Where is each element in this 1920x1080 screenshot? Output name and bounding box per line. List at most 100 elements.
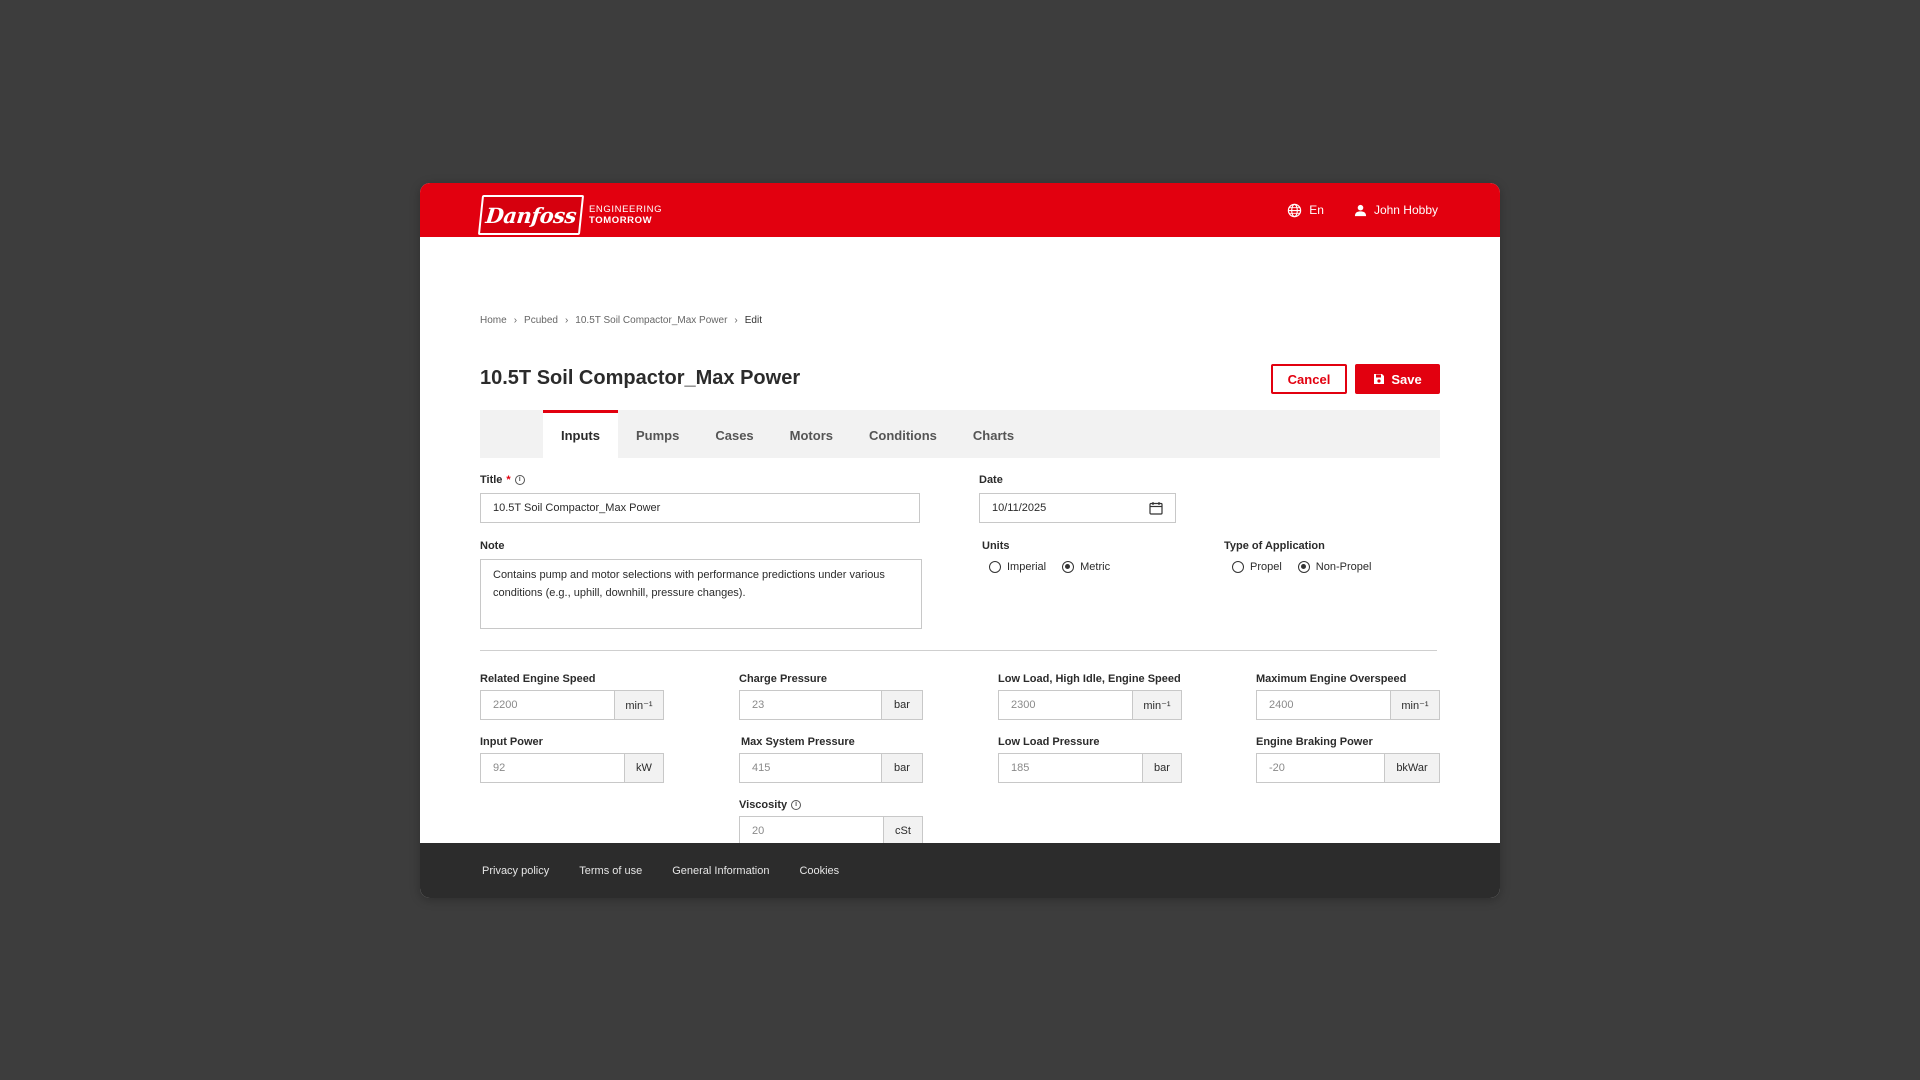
chevron-right-icon: › [564, 315, 569, 326]
tagline-line2: TOMORROW [589, 215, 653, 226]
low-load-idle-speed-input[interactable]: 2300 [998, 690, 1132, 720]
application-nonpropel-label: Non-Propel [1315, 561, 1372, 573]
date-input[interactable]: 10/11/2025 [979, 493, 1176, 523]
viscosity-unit: cSt [883, 816, 923, 846]
footer-general-info-link[interactable]: General Information [672, 865, 769, 877]
viscosity-field[interactable]: 20 cSt [739, 816, 923, 846]
units-label: Units [982, 540, 1010, 552]
low-load-idle-speed-unit: min⁻¹ [1132, 690, 1182, 720]
save-button[interactable]: Save [1355, 364, 1440, 394]
related-engine-speed-field[interactable]: 2200 min⁻¹ [480, 690, 664, 720]
application-nonpropel-radio[interactable]: Non-Propel [1297, 561, 1372, 573]
note-textarea[interactable]: Contains pump and motor selections with … [480, 559, 922, 629]
related-engine-speed-unit: min⁻¹ [614, 690, 664, 720]
viscosity-label: Viscosity i [739, 799, 802, 811]
max-system-pressure-field[interactable]: 415 bar [739, 753, 923, 783]
radio-checked-icon [1062, 561, 1075, 573]
chevron-right-icon: › [513, 315, 518, 326]
tagline-line1: ENGINEERING [589, 204, 663, 215]
cancel-button[interactable]: Cancel [1271, 364, 1347, 394]
max-system-pressure-unit: bar [881, 753, 923, 783]
logo-badge: Danfoss [477, 195, 585, 235]
breadcrumb-pcubed[interactable]: Pcubed [524, 315, 558, 326]
viscosity-label-text: Viscosity [739, 799, 788, 811]
tab-cases[interactable]: Cases [697, 410, 771, 458]
engine-braking-power-label: Engine Braking Power [1256, 736, 1373, 748]
units-imperial-label: Imperial [1007, 561, 1047, 573]
low-load-pressure-label: Low Load Pressure [998, 736, 1100, 748]
page-title: 10.5T Soil Compactor_Max Power [480, 367, 801, 389]
engine-braking-power-unit: bkWar [1384, 753, 1440, 783]
viscosity-input[interactable]: 20 [739, 816, 883, 846]
low-load-pressure-input[interactable]: 185 [998, 753, 1142, 783]
tab-inputs[interactable]: Inputs [543, 410, 618, 458]
radio-checked-icon [1297, 561, 1310, 573]
max-system-pressure-input[interactable]: 415 [739, 753, 881, 783]
user-icon [1354, 204, 1367, 216]
note-label: Note [480, 540, 505, 552]
max-engine-overspeed-unit: min⁻¹ [1390, 690, 1440, 720]
low-load-pressure-field[interactable]: 185 bar [998, 753, 1182, 783]
footer-cookies-link[interactable]: Cookies [799, 865, 839, 877]
save-icon [1374, 374, 1385, 384]
low-load-pressure-unit: bar [1142, 753, 1182, 783]
max-engine-overspeed-input[interactable]: 2400 [1256, 690, 1390, 720]
info-icon[interactable]: i [791, 800, 802, 810]
logo-tagline: ENGINEERING TOMORROW [589, 204, 662, 226]
input-power-label: Input Power [480, 736, 543, 748]
application-propel-radio[interactable]: Propel [1232, 561, 1282, 573]
title-label-text: Title [480, 474, 503, 486]
engine-braking-power-field[interactable]: -20 bkWar [1256, 753, 1440, 783]
header-actions: En John Hobby [1287, 183, 1438, 237]
title-input[interactable]: 10.5T Soil Compactor_Max Power [480, 493, 920, 523]
input-power-unit: kW [624, 753, 664, 783]
footer: Privacy policy Terms of use General Info… [420, 843, 1500, 898]
application-radio-group: Propel Non-Propel [1232, 559, 1371, 575]
chevron-right-icon: › [734, 315, 738, 326]
input-power-input[interactable]: 92 [480, 753, 624, 783]
application-label: Type of Application [1224, 540, 1325, 552]
tab-charts[interactable]: Charts [955, 410, 1032, 458]
units-radio-group: Imperial Metric [989, 559, 1110, 575]
units-metric-label: Metric [1080, 561, 1111, 573]
charge-pressure-unit: bar [881, 690, 923, 720]
max-engine-overspeed-field[interactable]: 2400 min⁻¹ [1256, 690, 1440, 720]
language-selector[interactable]: En [1287, 203, 1324, 218]
max-system-pressure-label: Max System Pressure [741, 736, 855, 748]
application-propel-label: Propel [1250, 561, 1282, 573]
radio-unchecked-icon [989, 561, 1001, 573]
units-imperial-radio[interactable]: Imperial [989, 561, 1046, 573]
engine-braking-power-input[interactable]: -20 [1256, 753, 1384, 783]
related-engine-speed-label: Related Engine Speed [480, 673, 596, 685]
low-load-idle-speed-label: Low Load, High Idle, Engine Speed [998, 673, 1181, 685]
footer-privacy-link[interactable]: Privacy policy [482, 865, 549, 877]
tab-pumps[interactable]: Pumps [618, 410, 697, 458]
max-engine-overspeed-label: Maximum Engine Overspeed [1256, 673, 1407, 685]
tab-motors[interactable]: Motors [772, 410, 851, 458]
footer-terms-link[interactable]: Terms of use [579, 865, 642, 877]
date-value: 10/11/2025 [992, 502, 1047, 514]
tab-conditions[interactable]: Conditions [851, 410, 955, 458]
language-label: En [1309, 203, 1324, 217]
units-metric-radio[interactable]: Metric [1062, 561, 1110, 573]
charge-pressure-input[interactable]: 23 [739, 690, 881, 720]
danfoss-logo[interactable]: Danfoss ENGINEERING TOMORROW [477, 195, 662, 235]
calendar-icon[interactable] [1149, 501, 1163, 515]
top-bar: Danfoss ENGINEERING TOMORROW En John Hob… [420, 183, 1500, 237]
user-name: John Hobby [1373, 203, 1438, 217]
breadcrumb-current: Edit [744, 315, 762, 326]
charge-pressure-label: Charge Pressure [739, 673, 828, 685]
tab-bar: Inputs Pumps Cases Motors Conditions Cha… [480, 410, 1440, 458]
app-window: Danfoss ENGINEERING TOMORROW En John Hob… [420, 183, 1500, 898]
breadcrumb-project[interactable]: 10.5T Soil Compactor_Max Power [575, 315, 727, 326]
required-marker: * [506, 474, 511, 486]
charge-pressure-field[interactable]: 23 bar [739, 690, 923, 720]
input-power-field[interactable]: 92 kW [480, 753, 664, 783]
radio-unchecked-icon [1232, 561, 1244, 573]
breadcrumb-home[interactable]: Home [480, 315, 507, 326]
related-engine-speed-input[interactable]: 2200 [480, 690, 614, 720]
page-actions: Cancel Save [1271, 364, 1440, 394]
user-menu[interactable]: John Hobby [1354, 203, 1438, 217]
low-load-idle-speed-field[interactable]: 2300 min⁻¹ [998, 690, 1182, 720]
info-icon[interactable]: i [514, 475, 525, 485]
